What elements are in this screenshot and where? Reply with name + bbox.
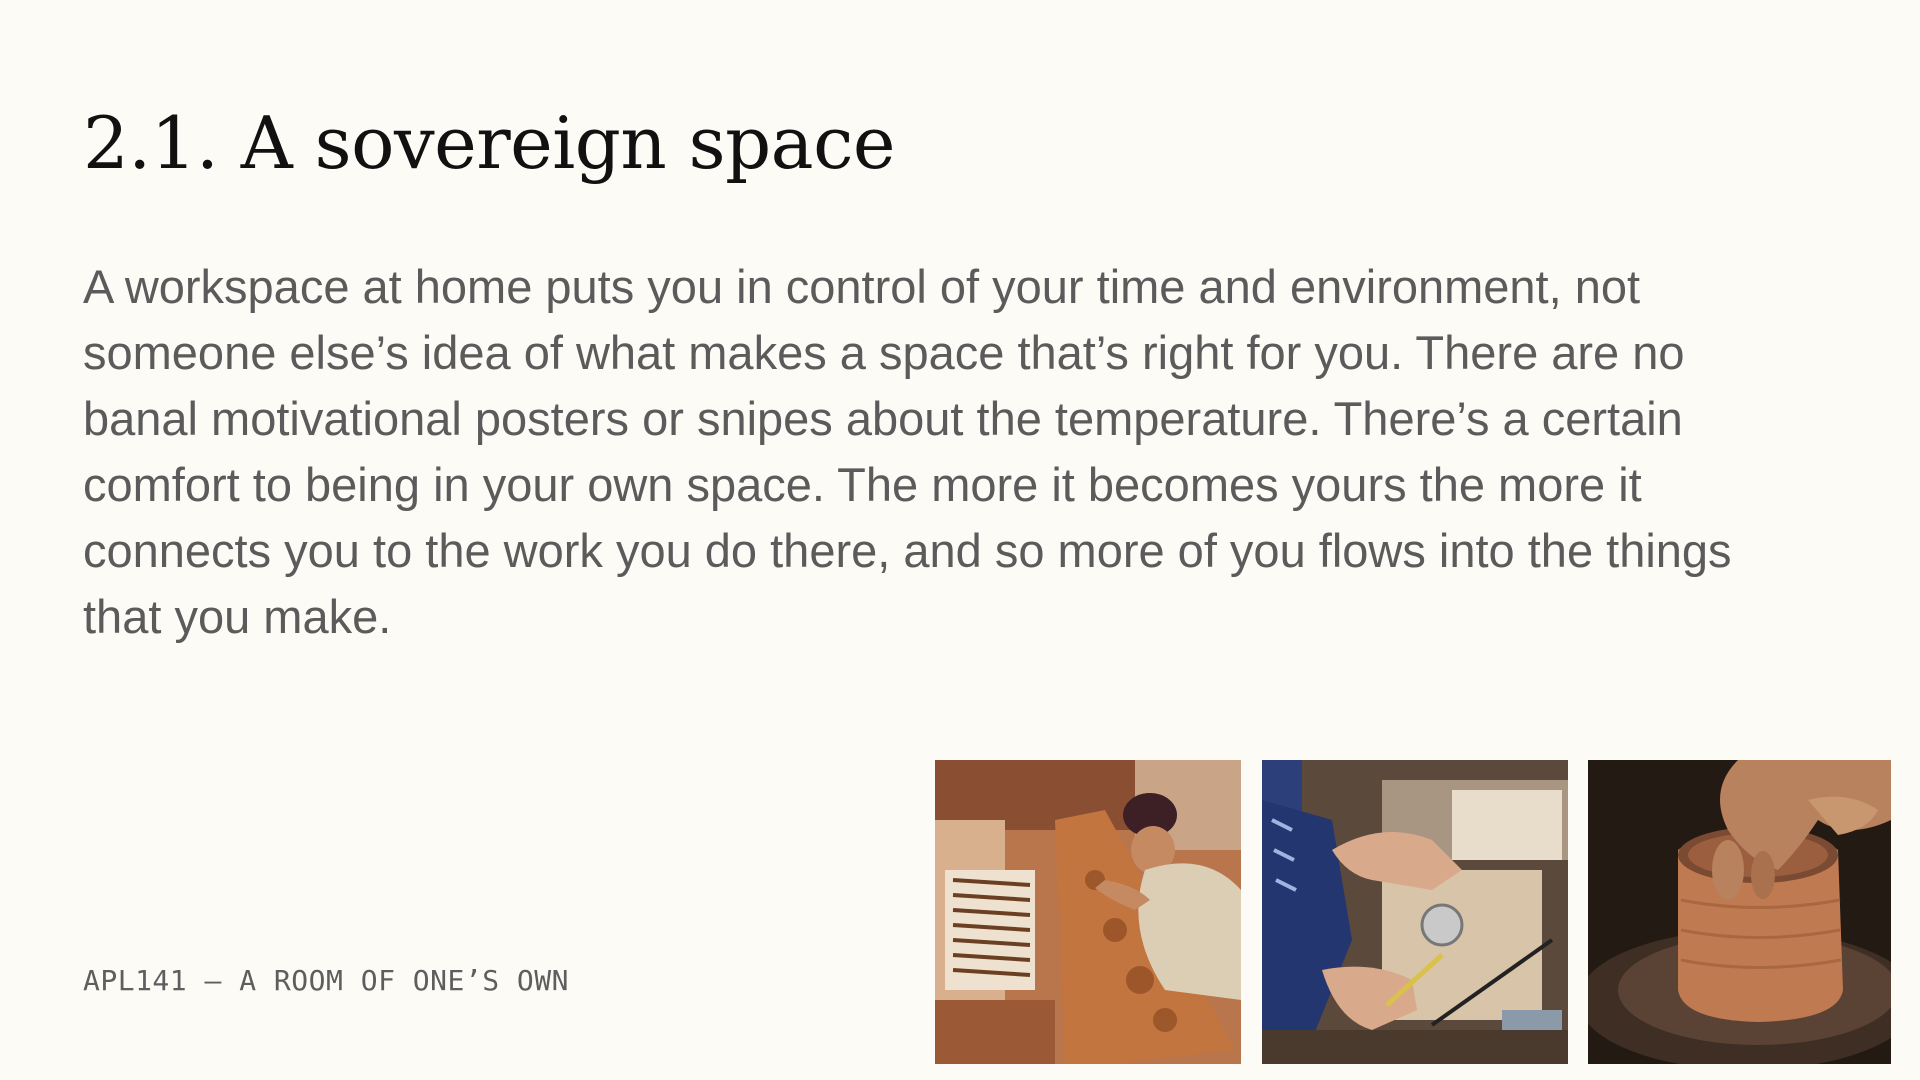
slide-title: 2.1. A sovereign space [83, 101, 896, 185]
slide: 2.1. A sovereign space A workspace at ho… [0, 0, 1920, 1080]
photo-strip [935, 760, 1891, 1064]
body-paragraph: A workspace at home puts you in control … [83, 260, 1732, 643]
watchmaker-photo [1262, 760, 1568, 1064]
pottery-wheel-photo [1588, 760, 1891, 1064]
course-footer: APL141 – A ROOM OF ONE’S OWN [83, 964, 570, 997]
woodcarver-photo [935, 760, 1241, 1064]
